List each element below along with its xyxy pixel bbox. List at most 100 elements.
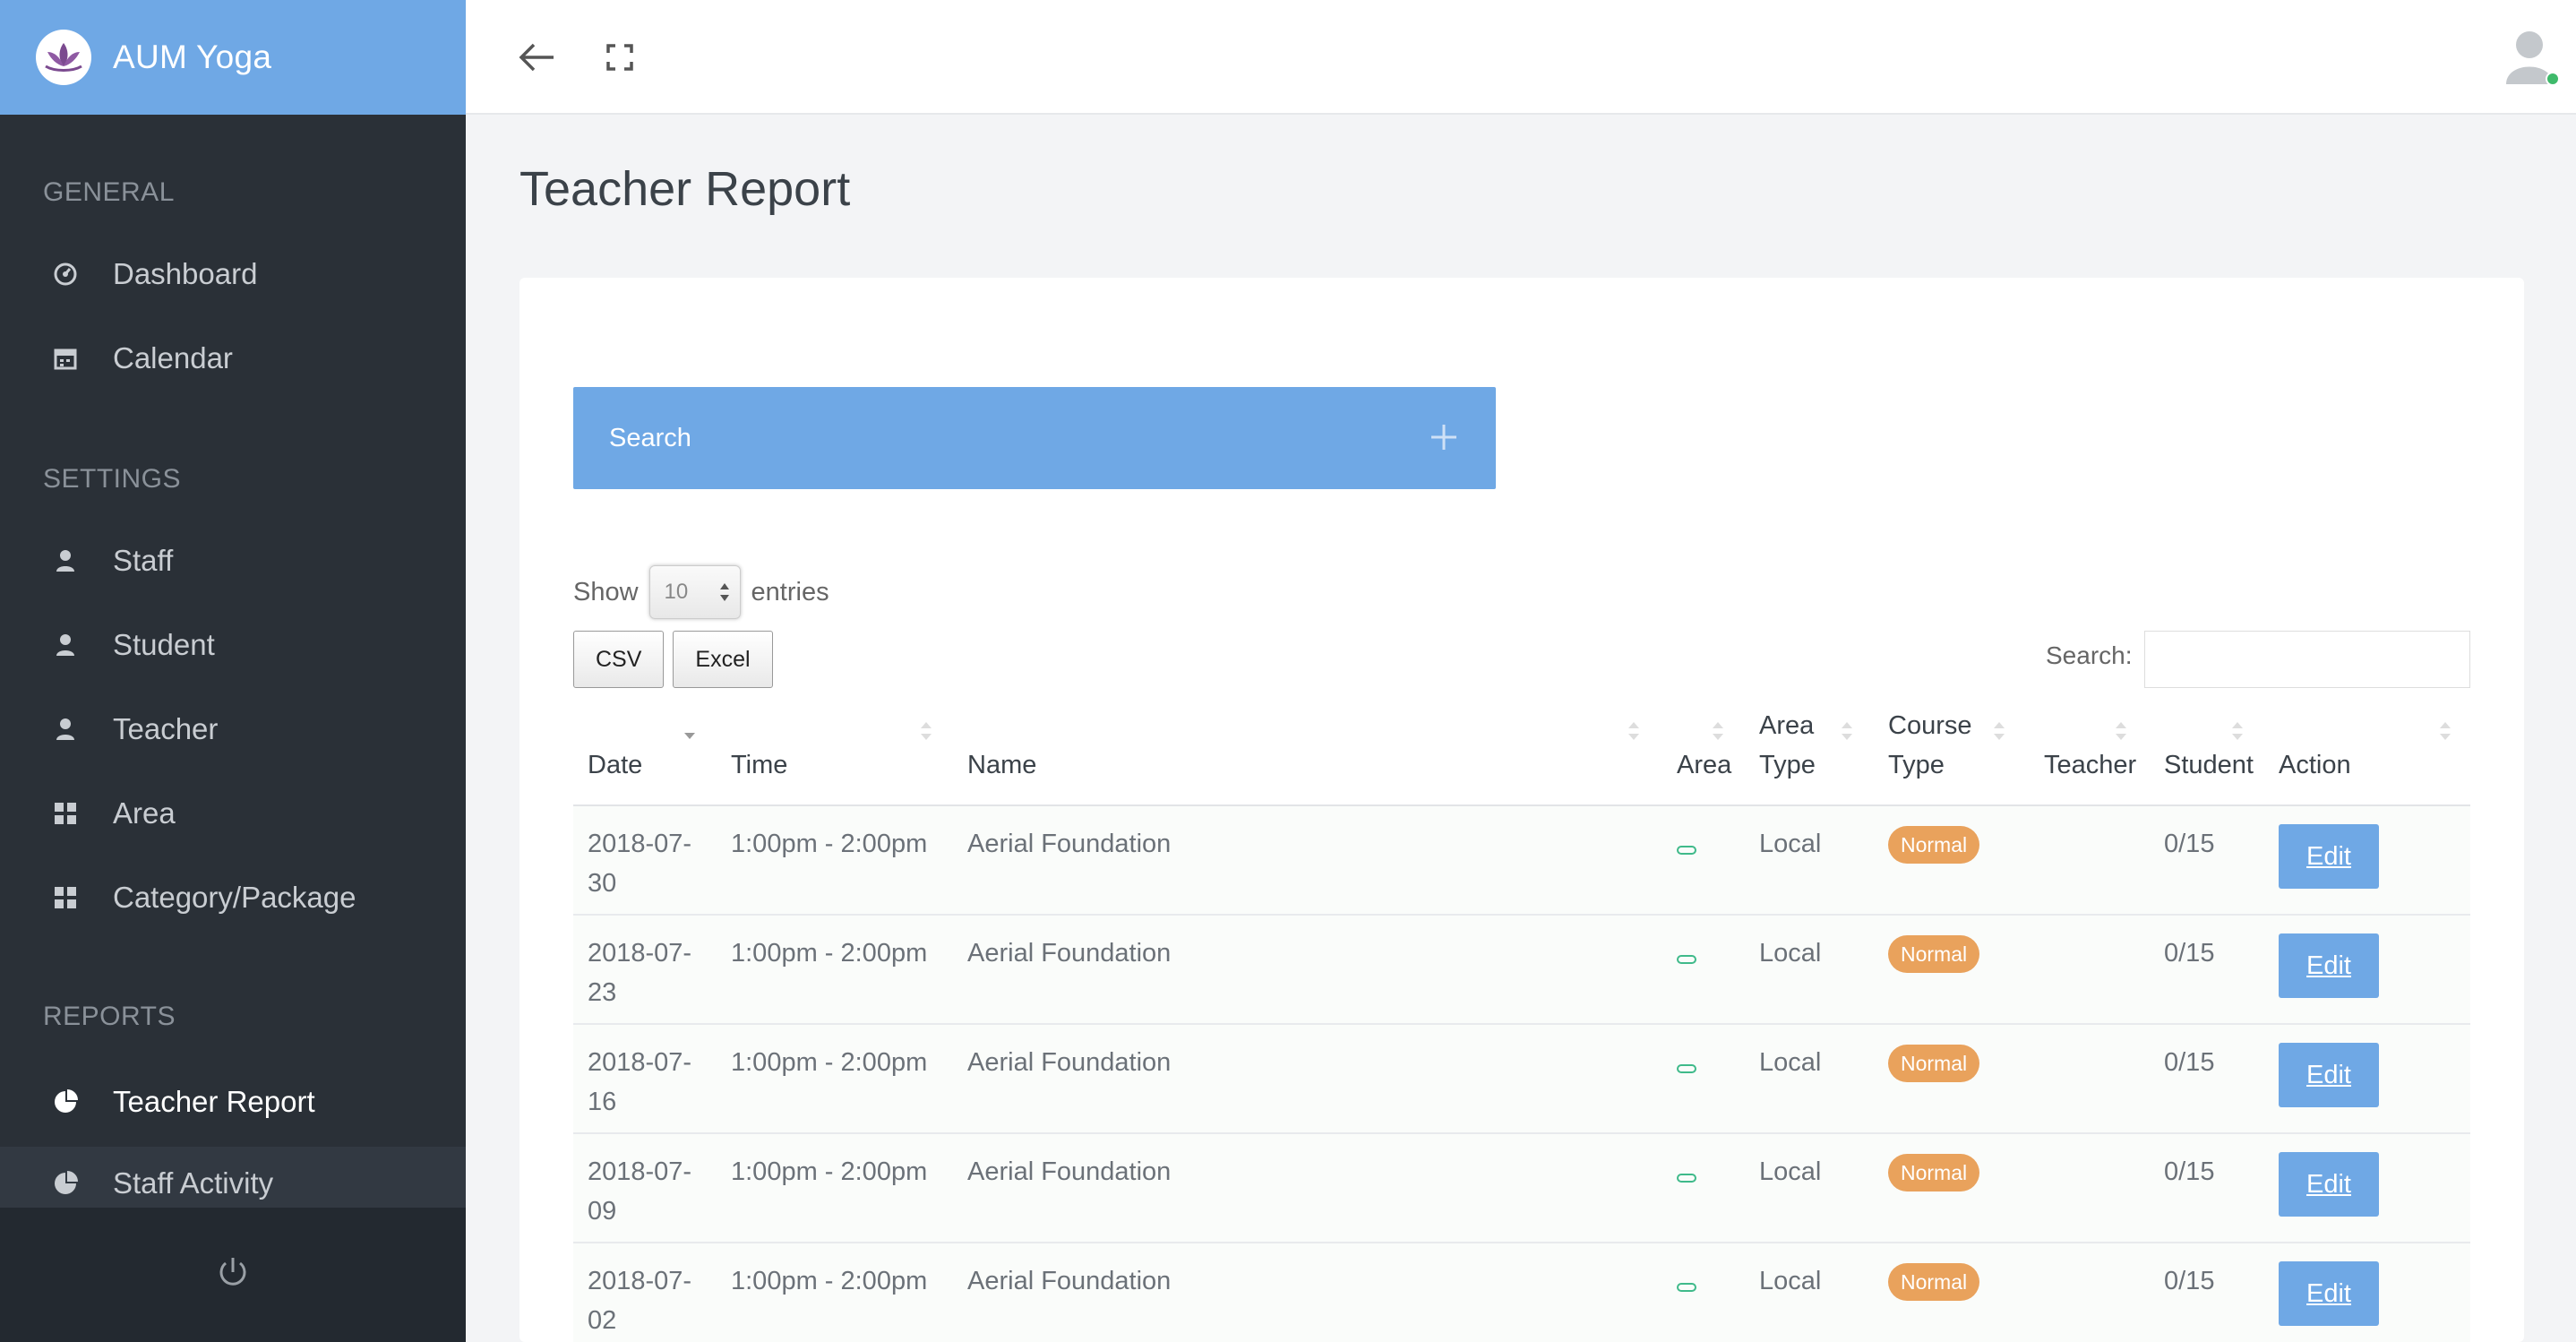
cell-date: 2018-07- 23 [588, 939, 692, 1007]
user-avatar-icon[interactable] [2499, 25, 2563, 90]
plus-icon[interactable] [1426, 419, 1462, 455]
cell-time: 1:00pm - 2:00pm [731, 830, 928, 858]
sort-icon[interactable] [1711, 718, 1725, 744]
column-header-date[interactable]: Date [588, 745, 642, 785]
cell-area-type: Local [1759, 1157, 1822, 1186]
column-header-student[interactable]: Student [2164, 745, 2254, 785]
cell-student: 0/15 [2164, 1048, 2215, 1077]
page-title: Teacher Report [519, 162, 851, 216]
cell-date: 2018-07- 09 [588, 1157, 692, 1226]
arrow-left-icon[interactable] [516, 36, 559, 79]
sidebar-item-label: Area [113, 796, 176, 830]
excel-button[interactable]: Excel [673, 631, 773, 688]
sort-icon[interactable] [2230, 718, 2245, 744]
edit-button[interactable]: Edit [2279, 824, 2379, 889]
cell-name: Aerial Foundation [967, 939, 1172, 968]
export-buttons: CSV Excel [573, 631, 782, 688]
pie-chart-icon [52, 1170, 79, 1197]
table-search-label: Search: [2046, 641, 2133, 669]
csv-button[interactable]: CSV [573, 631, 665, 688]
show-label: Show [573, 577, 639, 606]
teacher-report-table: Date Time Name Area Area Type Course Type … [573, 699, 2470, 1342]
sidebar-item-label: Staff [113, 544, 174, 577]
cell-student: 0/15 [2164, 939, 2215, 968]
course-type-badge: Normal [1888, 1045, 1980, 1082]
column-header-course-type[interactable]: Course Type [1888, 706, 1972, 785]
sidebar: AUM Yoga GENERAL Dashboard Calendar SETT… [0, 0, 466, 1342]
search-panel-toggle[interactable]: Search [573, 387, 1496, 489]
grid-icon [52, 800, 79, 827]
table-row: 2018-07- 02 1:00pm - 2:00pm Aerial Founda… [573, 1243, 2470, 1342]
fullscreen-icon[interactable] [598, 36, 641, 79]
column-header-teacher[interactable]: Teacher [2044, 745, 2136, 785]
entries-select[interactable]: 10 [648, 565, 741, 619]
user-icon [52, 716, 79, 743]
sort-icon[interactable] [1840, 718, 1854, 744]
sidebar-item-label: Category/Package [113, 881, 356, 914]
sidebar-item-staff-activity[interactable]: Staff Activity [0, 1147, 466, 1208]
table-row: 2018-07- 16 1:00pm - 2:00pm Aerial Founda… [573, 1025, 2470, 1134]
nav-section-settings: SETTINGS [43, 464, 182, 494]
cell-time: 1:00pm - 2:00pm [731, 1048, 928, 1077]
table-row: 2018-07- 30 1:00pm - 2:00pm Aerial Founda… [573, 806, 2470, 916]
sidebar-item-category-package[interactable]: Category/Package [0, 856, 466, 939]
sidebar-item-label: Student [113, 628, 215, 661]
area-indicator-icon [1677, 1174, 1696, 1183]
column-header-area[interactable]: Area [1677, 745, 1731, 785]
sidebar-item-label: Dashboard [113, 257, 258, 290]
entries-label: entries [751, 577, 829, 606]
course-type-badge: Normal [1888, 1154, 1980, 1191]
sort-icon[interactable] [1992, 718, 2006, 744]
cell-area-type: Local [1759, 830, 1822, 858]
column-header-area-type[interactable]: Area Type [1759, 706, 1816, 785]
column-header-name[interactable]: Name [967, 745, 1036, 785]
sidebar-item-label: Staff Activity [113, 1166, 274, 1200]
sidebar-item-student[interactable]: Student [0, 604, 466, 686]
course-type-badge: Normal [1888, 826, 1980, 864]
sort-desc-icon[interactable] [683, 718, 697, 744]
cell-student: 0/15 [2164, 830, 2215, 858]
sidebar-item-dashboard[interactable]: Dashboard [0, 233, 466, 315]
cell-name: Aerial Foundation [967, 1048, 1172, 1077]
edit-button[interactable]: Edit [2279, 933, 2379, 998]
nav-section-reports: REPORTS [43, 1002, 176, 1031]
cell-time: 1:00pm - 2:00pm [731, 1267, 928, 1295]
cell-student: 0/15 [2164, 1267, 2215, 1295]
lotus-logo-icon [36, 30, 91, 85]
search-panel-label: Search [609, 423, 691, 452]
cell-time: 1:00pm - 2:00pm [731, 939, 928, 968]
entries-select-value: 10 [664, 580, 689, 604]
user-icon [52, 632, 79, 658]
sidebar-item-teacher-report[interactable]: Teacher Report [0, 1061, 466, 1143]
entries-length-control: Show 10 entries [573, 564, 829, 620]
sort-icon[interactable] [919, 718, 933, 744]
sort-icon[interactable] [2114, 718, 2128, 744]
cell-name: Aerial Foundation [967, 1267, 1172, 1295]
sidebar-item-calendar[interactable]: Calendar [0, 317, 466, 400]
cell-date: 2018-07- 16 [588, 1048, 692, 1116]
power-icon[interactable] [217, 1256, 249, 1295]
table-row: 2018-07- 23 1:00pm - 2:00pm Aerial Founda… [573, 916, 2470, 1025]
table-search-input[interactable] [2144, 631, 2470, 688]
sort-icon[interactable] [2438, 718, 2452, 744]
edit-button[interactable]: Edit [2279, 1261, 2379, 1326]
area-indicator-icon [1677, 1064, 1696, 1073]
brand-title: AUM Yoga [113, 39, 272, 75]
pie-chart-icon [52, 1088, 79, 1115]
sidebar-item-label: Calendar [113, 341, 233, 374]
brand-header[interactable]: AUM Yoga [0, 0, 466, 115]
sort-icon[interactable] [1627, 718, 1641, 744]
edit-button[interactable]: Edit [2279, 1152, 2379, 1217]
sidebar-item-area[interactable]: Area [0, 772, 466, 855]
edit-button[interactable]: Edit [2279, 1043, 2379, 1107]
course-type-badge: Normal [1888, 935, 1980, 973]
cell-area-type: Local [1759, 939, 1822, 968]
column-header-time[interactable]: Time [731, 745, 787, 785]
sidebar-item-staff[interactable]: Staff [0, 520, 466, 602]
user-icon [52, 547, 79, 574]
sidebar-item-label: Teacher Report [113, 1085, 315, 1118]
cell-time: 1:00pm - 2:00pm [731, 1157, 928, 1186]
sidebar-item-teacher[interactable]: Teacher [0, 688, 466, 770]
area-indicator-icon [1677, 846, 1696, 855]
grid-icon [52, 884, 79, 911]
